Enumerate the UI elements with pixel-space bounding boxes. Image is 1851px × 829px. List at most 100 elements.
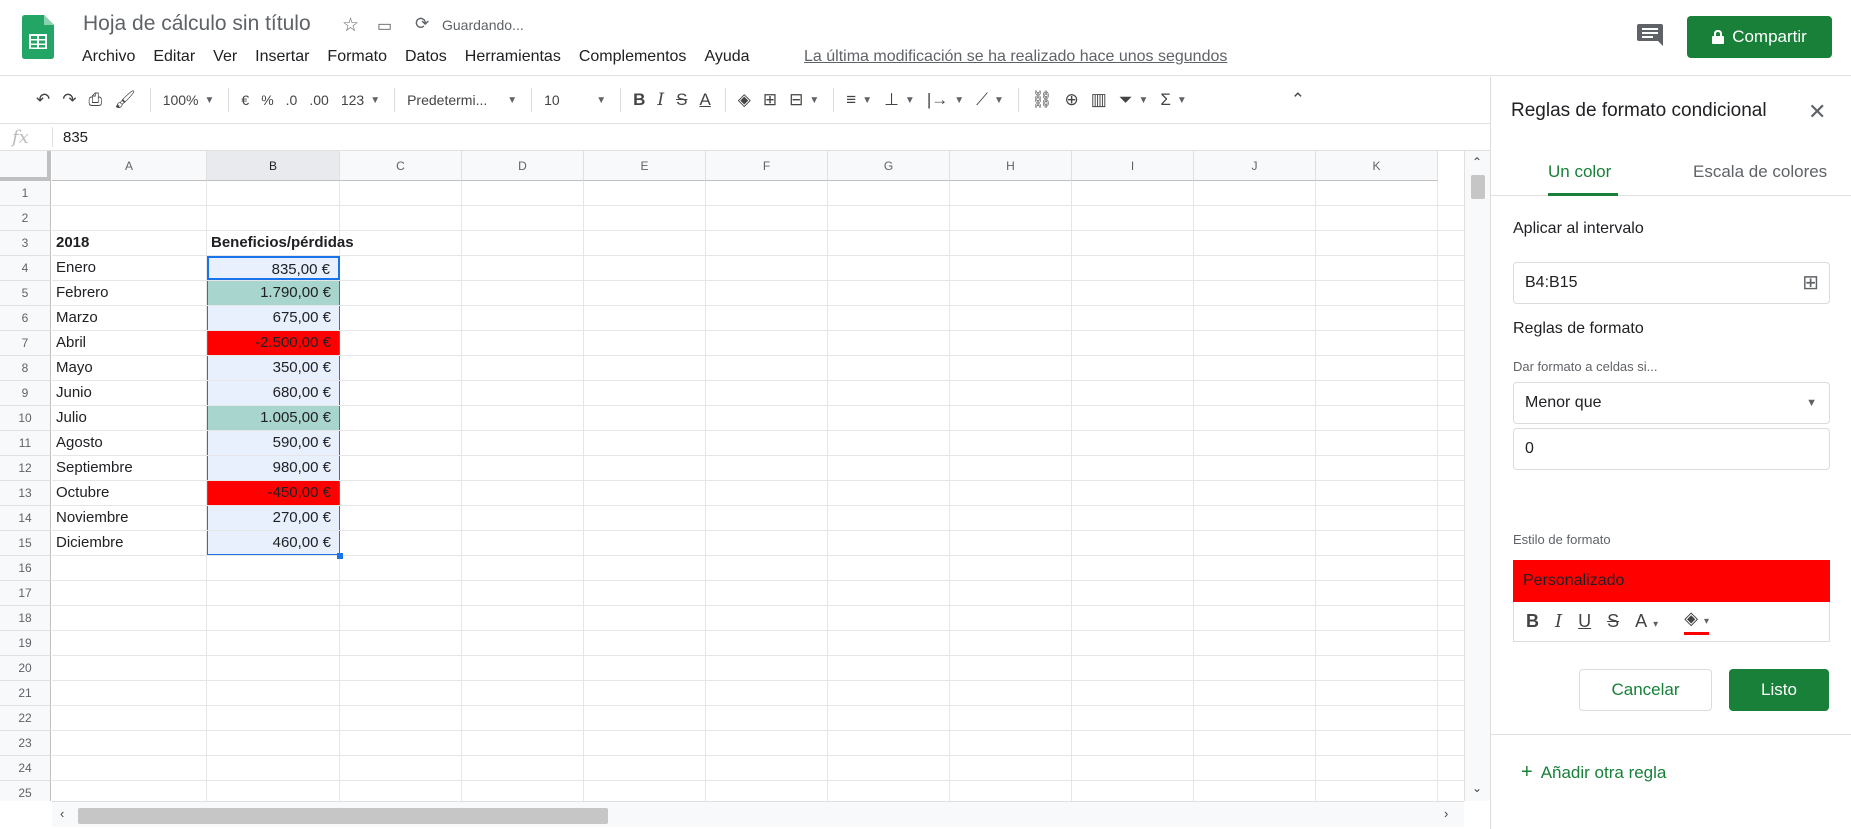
cell-j22[interactable] bbox=[1194, 706, 1316, 730]
cell-b19[interactable] bbox=[207, 631, 340, 655]
cell-g13[interactable] bbox=[828, 481, 950, 505]
fill-color-icon[interactable]: ◈ ▾ bbox=[1684, 608, 1710, 635]
cell-i21[interactable] bbox=[1072, 681, 1194, 705]
cell-j17[interactable] bbox=[1194, 581, 1316, 605]
cell-c4[interactable] bbox=[340, 256, 462, 280]
cell-c23[interactable] bbox=[340, 731, 462, 755]
cell-f15[interactable] bbox=[706, 531, 828, 555]
cell-h13[interactable] bbox=[950, 481, 1072, 505]
vertical-align-icon[interactable]: ⊥ ▼ bbox=[884, 90, 915, 110]
cell-h25[interactable] bbox=[950, 781, 1072, 801]
cell-i22[interactable] bbox=[1072, 706, 1194, 730]
increase-decimal-button[interactable]: .00 bbox=[309, 92, 328, 108]
cell-b1[interactable] bbox=[207, 181, 340, 205]
cell-h20[interactable] bbox=[950, 656, 1072, 680]
row-header[interactable]: 20 bbox=[0, 656, 51, 681]
cell-a15[interactable]: Diciembre bbox=[52, 531, 207, 555]
cell-k11[interactable] bbox=[1316, 431, 1438, 455]
condition-value-input[interactable]: 0 bbox=[1513, 428, 1830, 470]
cell-h12[interactable] bbox=[950, 456, 1072, 480]
column-header-g[interactable]: G bbox=[828, 151, 950, 181]
cell-c12[interactable] bbox=[340, 456, 462, 480]
spreadsheet-grid[interactable]: A B C D E F G H I J K 1 2 3 2018 Beneficios/pérdidas 4 En… bbox=[0, 151, 1464, 801]
cell-a11[interactable]: Agosto bbox=[52, 431, 207, 455]
add-rule-button[interactable]: + Añadir otra regla bbox=[1521, 761, 1666, 784]
cell-d2[interactable] bbox=[462, 206, 584, 230]
cell-a5[interactable]: Febrero bbox=[52, 281, 207, 305]
row-header[interactable]: 1 bbox=[0, 181, 51, 206]
cell-c18[interactable] bbox=[340, 606, 462, 630]
cell-i7[interactable] bbox=[1072, 331, 1194, 355]
cell-g8[interactable] bbox=[828, 356, 950, 380]
borders-icon[interactable]: ⊞ bbox=[763, 90, 777, 110]
cell-a24[interactable] bbox=[52, 756, 207, 780]
cell-c15[interactable] bbox=[340, 531, 462, 555]
cell-a17[interactable] bbox=[52, 581, 207, 605]
cell-g15[interactable] bbox=[828, 531, 950, 555]
column-header-h[interactable]: H bbox=[950, 151, 1072, 181]
cell-e11[interactable] bbox=[584, 431, 706, 455]
cell-k16[interactable] bbox=[1316, 556, 1438, 580]
cell-b4[interactable]: 835,00 € bbox=[207, 256, 340, 280]
cell-j20[interactable] bbox=[1194, 656, 1316, 680]
cell-d10[interactable] bbox=[462, 406, 584, 430]
cell-j21[interactable] bbox=[1194, 681, 1316, 705]
cell-d22[interactable] bbox=[462, 706, 584, 730]
horizontal-align-icon[interactable]: ≡ ▼ bbox=[846, 90, 872, 110]
range-input[interactable]: B4:B15 ⊞ bbox=[1513, 262, 1830, 304]
column-header-a[interactable]: A bbox=[52, 151, 207, 181]
cell-k15[interactable] bbox=[1316, 531, 1438, 555]
formula-input[interactable]: 835 bbox=[63, 129, 88, 146]
cell-i13[interactable] bbox=[1072, 481, 1194, 505]
cell-i18[interactable] bbox=[1072, 606, 1194, 630]
cell-i11[interactable] bbox=[1072, 431, 1194, 455]
scroll-down-icon[interactable]: ⌄ bbox=[1472, 781, 1482, 795]
cell-b14[interactable]: 270,00 € bbox=[207, 506, 340, 530]
cell-i15[interactable] bbox=[1072, 531, 1194, 555]
comments-icon[interactable] bbox=[1637, 24, 1663, 46]
menu-datos[interactable]: Datos bbox=[405, 48, 447, 66]
cell-d11[interactable] bbox=[462, 431, 584, 455]
cell-c17[interactable] bbox=[340, 581, 462, 605]
cell-h23[interactable] bbox=[950, 731, 1072, 755]
row-header[interactable]: 12 bbox=[0, 456, 51, 481]
condition-select[interactable]: Menor que ▼ bbox=[1513, 382, 1830, 424]
cell-i23[interactable] bbox=[1072, 731, 1194, 755]
cell-g11[interactable] bbox=[828, 431, 950, 455]
cell-c9[interactable] bbox=[340, 381, 462, 405]
cell-g14[interactable] bbox=[828, 506, 950, 530]
cell-h3[interactable] bbox=[950, 231, 1072, 255]
cell-e24[interactable] bbox=[584, 756, 706, 780]
cell-d6[interactable] bbox=[462, 306, 584, 330]
bold-icon[interactable]: B bbox=[1526, 611, 1539, 632]
tab-color-scale[interactable]: Escala de colores bbox=[1693, 162, 1827, 182]
row-header[interactable]: 25 bbox=[0, 781, 51, 801]
cell-b12[interactable]: 980,00 € bbox=[207, 456, 340, 480]
cell-b21[interactable] bbox=[207, 681, 340, 705]
cell-a1[interactable] bbox=[52, 181, 207, 205]
cell-a3[interactable]: 2018 bbox=[52, 231, 207, 255]
cell-i5[interactable] bbox=[1072, 281, 1194, 305]
cell-h18[interactable] bbox=[950, 606, 1072, 630]
cell-g3[interactable] bbox=[828, 231, 950, 255]
vertical-scrollbar[interactable]: ⌃ ⌄ bbox=[1464, 151, 1490, 801]
cell-g24[interactable] bbox=[828, 756, 950, 780]
row-header[interactable]: 9 bbox=[0, 381, 51, 406]
cell-k2[interactable] bbox=[1316, 206, 1438, 230]
filter-icon[interactable]: ⏷ ▼ bbox=[1119, 90, 1149, 110]
cell-e23[interactable] bbox=[584, 731, 706, 755]
cell-b23[interactable] bbox=[207, 731, 340, 755]
cell-j25[interactable] bbox=[1194, 781, 1316, 801]
scroll-left-icon[interactable]: ‹ bbox=[60, 806, 64, 821]
cell-i6[interactable] bbox=[1072, 306, 1194, 330]
row-header[interactable]: 11 bbox=[0, 431, 51, 456]
cell-c8[interactable] bbox=[340, 356, 462, 380]
cell-j16[interactable] bbox=[1194, 556, 1316, 580]
cell-f6[interactable] bbox=[706, 306, 828, 330]
cell-a4[interactable]: Enero bbox=[52, 256, 207, 280]
cell-j12[interactable] bbox=[1194, 456, 1316, 480]
cell-f14[interactable] bbox=[706, 506, 828, 530]
cell-e18[interactable] bbox=[584, 606, 706, 630]
cell-f2[interactable] bbox=[706, 206, 828, 230]
row-header[interactable]: 17 bbox=[0, 581, 51, 606]
